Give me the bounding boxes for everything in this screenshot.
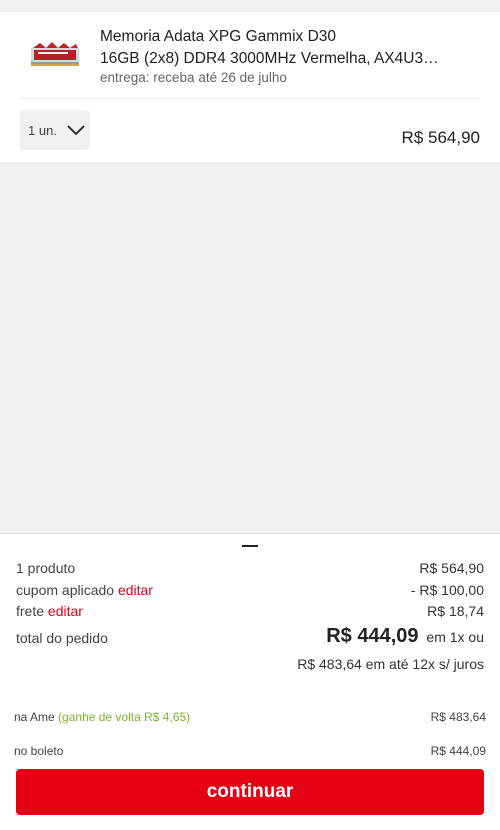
top-strip [0,0,500,12]
shipping-label: frete [16,603,45,619]
chevron-down-icon [67,125,85,135]
coupon-label: cupom aplicado [16,582,115,598]
ame-payment-row[interactable]: na Ame (ganhe de volta R$ 4,65) R$ 483,6… [14,710,486,724]
ame-value: R$ 483,64 [430,710,486,724]
total-suffix: em 1x ou [426,629,484,645]
boleto-value: R$ 444,09 [430,744,486,758]
boleto-label: no boleto [14,744,64,758]
delivery-estimate: entrega: receba até 26 de julho [100,70,287,85]
product-title-line1[interactable]: Memoria Adata XPG Gammix D30 [100,26,460,48]
continue-button[interactable]: continuar [16,769,484,815]
cart-item-card: Memoria Adata XPG Gammix D30 16GB (2x8) … [0,12,500,162]
shipping-label-group: frete editar [16,603,83,619]
product-title-line2[interactable]: 16GB (2x8) DDR4 3000MHz Vermelha, AX4U3… [100,48,445,70]
coupon-edit-link[interactable]: editar [118,582,153,598]
total-value-group: R$ 444,09 em 1x ou [326,625,484,648]
products-label: 1 produto [16,560,76,576]
divider [20,98,480,99]
shipping-edit-link[interactable]: editar [48,603,83,619]
drawer-handle[interactable] [242,545,258,547]
coupon-value: - R$ 100,00 [410,582,484,598]
item-price: R$ 564,90 [401,128,480,147]
quantity-value: 1 un. [28,122,57,138]
total-label: total do pedido [16,630,108,646]
quantity-select[interactable]: 1 un. [20,110,90,150]
coupon-label-group: cupom aplicado editar [16,582,153,598]
ram-module-icon[interactable] [30,40,80,68]
shipping-value: R$ 18,74 [427,603,484,619]
boleto-payment-row[interactable]: no boleto R$ 444,09 [14,744,486,758]
product-title[interactable]: Memoria Adata XPG Gammix D30 16GB (2x8) … [100,26,460,70]
total-value: R$ 444,09 [326,625,419,647]
ame-cashback: (ganhe de volta R$ 4,65) [58,710,191,724]
installments-text: R$ 483,64 em até 12x s/ juros [297,656,484,672]
products-value: R$ 564,90 [419,560,484,576]
ame-label: na Ame [14,710,55,724]
order-summary-panel: 1 produto R$ 564,90 cupom aplicado edita… [0,533,500,830]
